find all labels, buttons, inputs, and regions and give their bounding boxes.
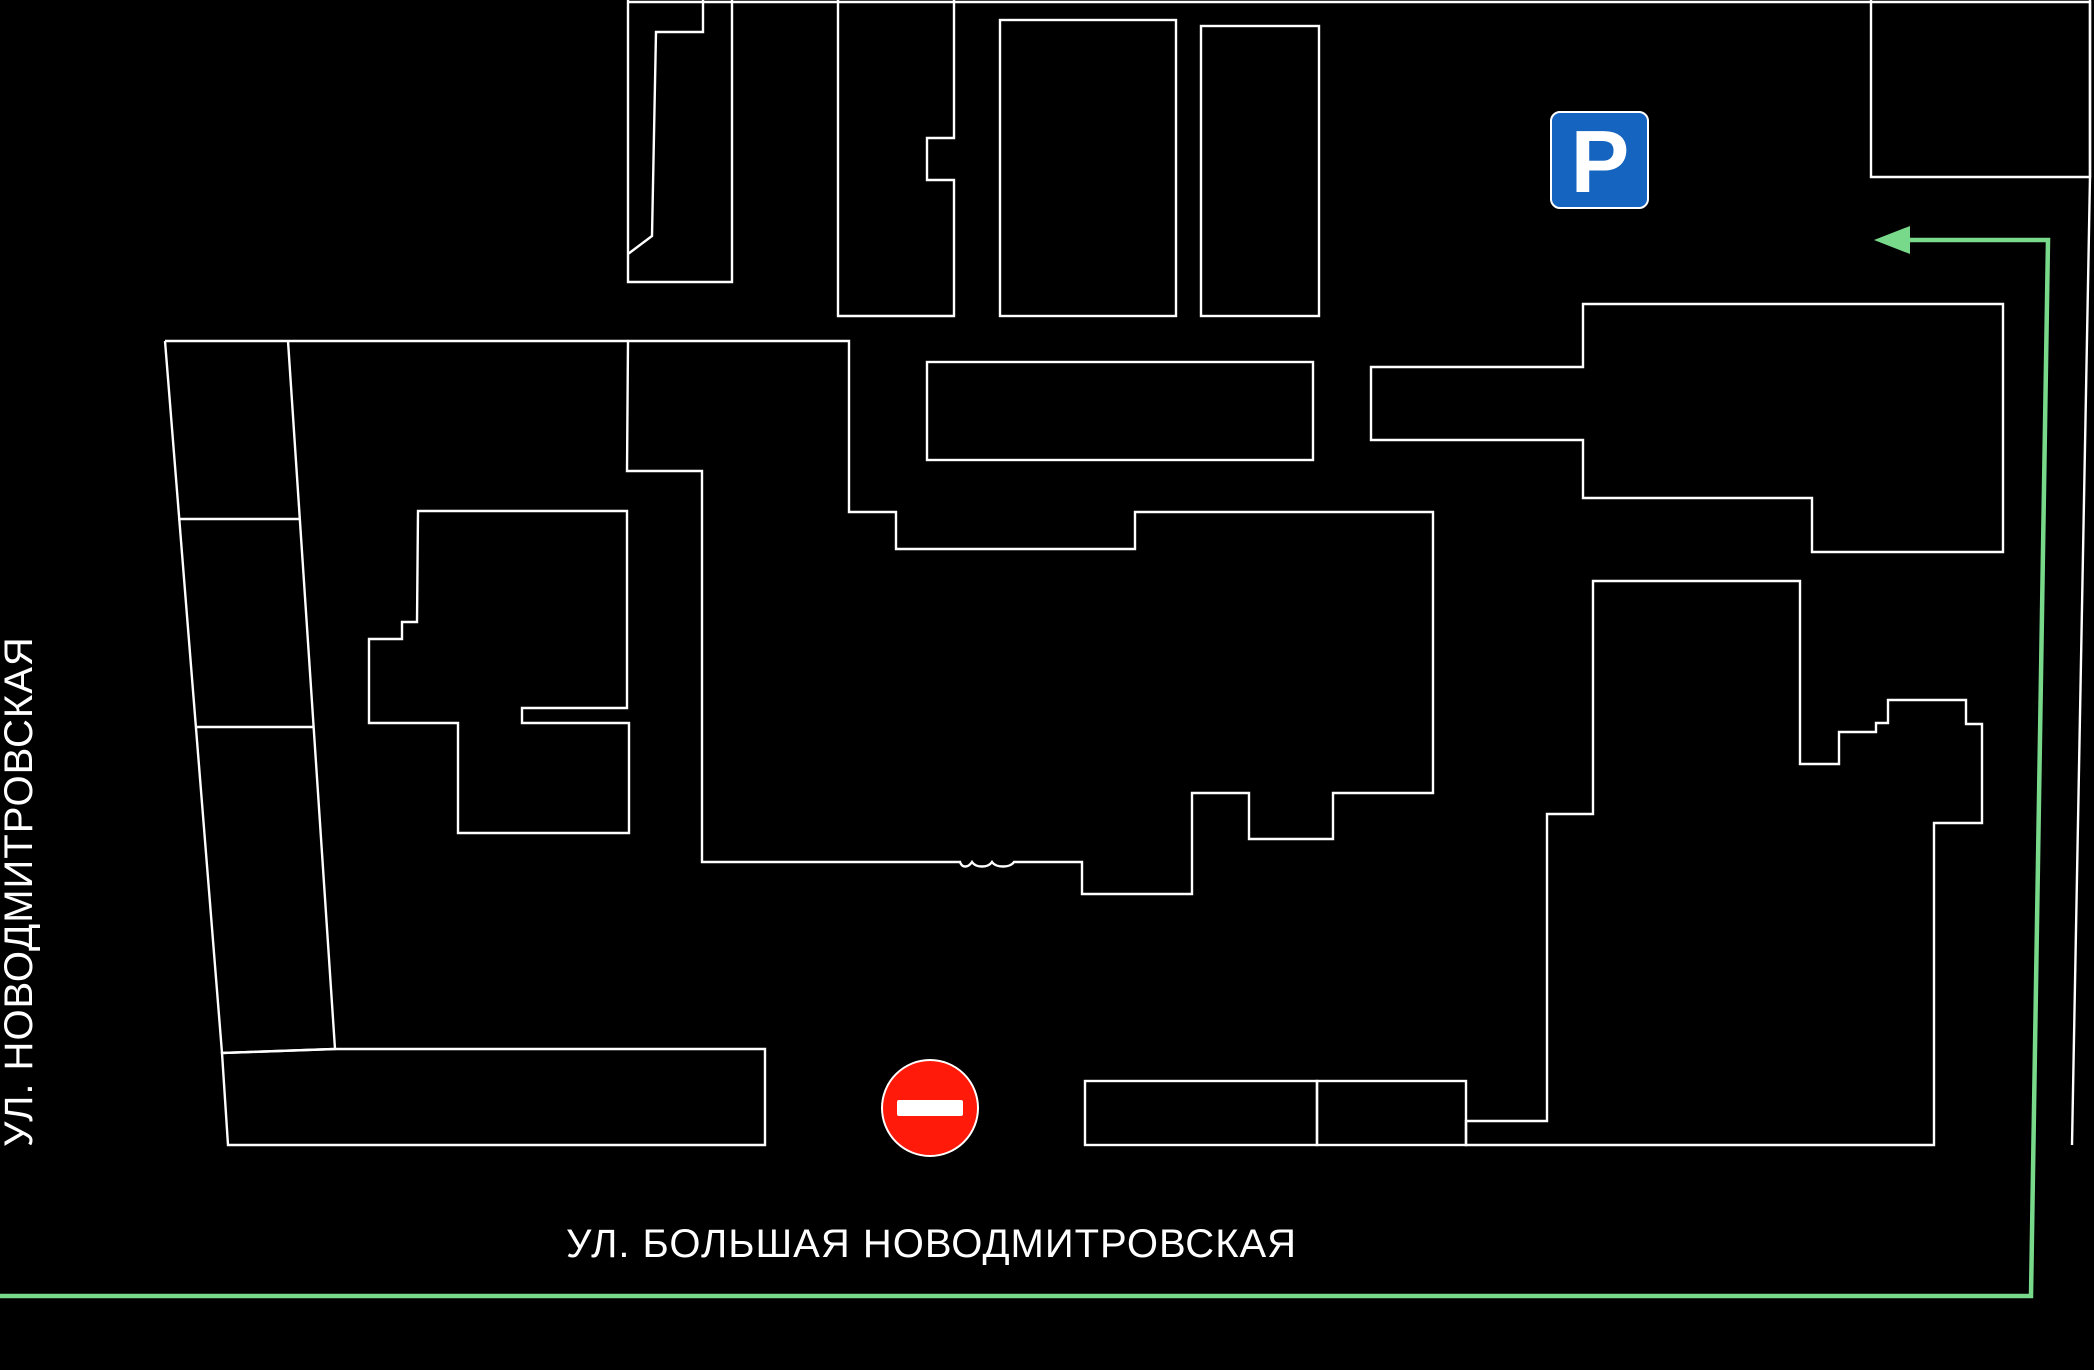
- building-top-right: [1869, 0, 2092, 179]
- building-bottom-left: [220, 1047, 767, 1147]
- route-line: [0, 237, 2051, 1299]
- parking-sign-icon: P: [1550, 111, 1649, 211]
- building-right-l: [1369, 302, 2005, 554]
- building-middle-rect: [925, 360, 1315, 462]
- building-top-left: [626, 0, 734, 284]
- route: [0, 226, 2051, 1299]
- building-left-courtyard: [367, 509, 631, 835]
- parking-letter: P: [1571, 112, 1630, 211]
- building-bottom-rect-b: [1315, 1079, 1468, 1147]
- building-outlines: [163, 0, 2092, 1147]
- site-map: P УЛ. БОЛЬШАЯ НОВОДМИТРОВСКАЯ УЛ. НОВОДМ…: [0, 0, 2092, 1299]
- street-label-left: УЛ. НОВОДМИТРОВСКАЯ: [0, 636, 41, 1147]
- building-left-strip: [163, 339, 628, 1055]
- building-right-lower: [1464, 579, 1984, 1147]
- building-top-rect-a: [998, 18, 1178, 318]
- building-top-rect-b: [1199, 24, 1321, 318]
- building-top-notch: [836, 0, 956, 318]
- building-bottom-rect-a: [1083, 1079, 1319, 1147]
- no-entry-sign-icon: [881, 1059, 979, 1157]
- route-arrow-icon: [1874, 226, 1910, 254]
- street-label-bottom: УЛ. БОЛЬШАЯ НОВОДМИТРОВСКАЯ: [566, 1222, 1297, 1266]
